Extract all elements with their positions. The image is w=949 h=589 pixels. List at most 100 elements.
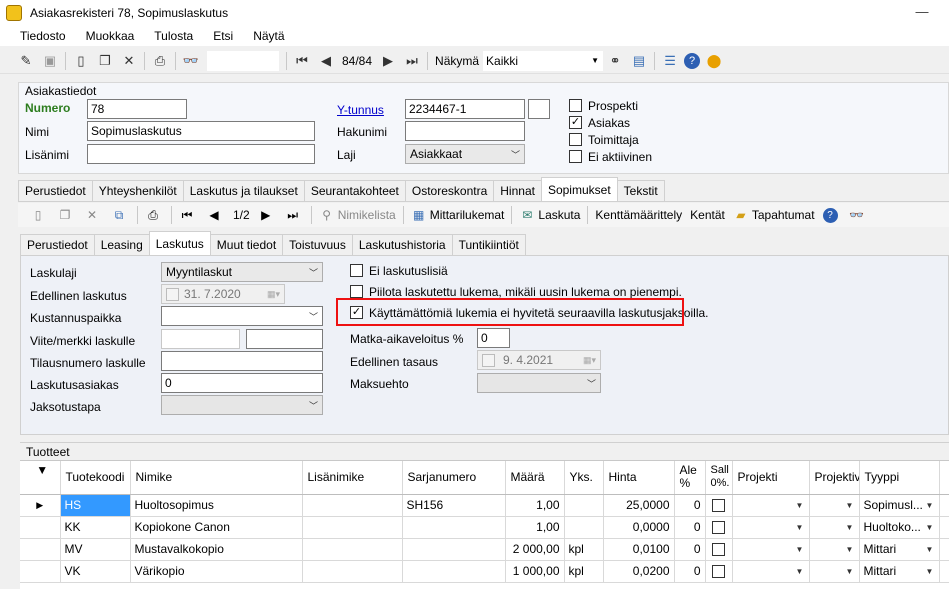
chevron-down-icon[interactable]: ▼: [923, 542, 937, 557]
sall-checkbox[interactable]: [712, 499, 725, 513]
cell-serial[interactable]: [402, 538, 506, 561]
col-lisanimike[interactable]: Lisänimike: [302, 461, 403, 495]
cell-serial[interactable]: [402, 560, 506, 583]
cell-name[interactable]: Mustavalkokopio: [130, 538, 303, 561]
menu-etsi[interactable]: Etsi: [203, 29, 243, 43]
table-row[interactable]: MV Mustavalkokopio 2 000,00 kpl 0,0100 0…: [20, 538, 949, 561]
subtab-leasing[interactable]: Leasing: [93, 234, 150, 255]
kustannuspaikka-select[interactable]: ﹀: [161, 306, 323, 326]
menu-tiedosto[interactable]: Tiedosto: [0, 29, 76, 43]
cell-type[interactable]: Huoltoko... ▼: [859, 516, 940, 539]
cell-code[interactable]: KK: [60, 516, 131, 539]
binoculars-icon[interactable]: 👓: [181, 51, 201, 71]
cell-projekti[interactable]: ▼: [732, 560, 810, 583]
chevron-down-icon[interactable]: ▼: [843, 520, 857, 535]
cell-type[interactable]: Mittari ▼: [859, 538, 940, 561]
mittarilukemat-button[interactable]: ▦ Mittarilukemat: [411, 207, 504, 223]
subtab-perustiedot[interactable]: Perustiedot: [20, 234, 95, 255]
row-selector-header[interactable]: ▼: [20, 461, 61, 495]
merkki-field[interactable]: [246, 329, 323, 349]
prev-record-icon[interactable]: ◀: [316, 51, 336, 71]
search-input[interactable]: [207, 50, 279, 71]
ytunnus-link[interactable]: Y-tunnus: [337, 103, 384, 117]
nimi-field[interactable]: Sopimuslaskutus: [87, 121, 315, 141]
cell-unit[interactable]: [564, 494, 604, 517]
cell-name[interactable]: Huoltosopimus: [130, 494, 303, 517]
chevron-down-icon[interactable]: ▼: [843, 542, 857, 557]
cell-projektiva[interactable]: ▼: [809, 560, 860, 583]
chevron-down-icon[interactable]: ▼: [793, 520, 807, 535]
kenttamaarittely-button[interactable]: Kenttämäärittely: [595, 208, 682, 222]
subtab-laskutushistoria[interactable]: Laskutushistoria: [351, 234, 453, 255]
laskuta-button[interactable]: ✉ Laskuta: [519, 207, 580, 223]
cell-price[interactable]: 25,0000: [603, 494, 675, 517]
tab-ostoreskontra[interactable]: Ostoreskontra: [404, 180, 495, 201]
cell-discount[interactable]: 0: [674, 516, 706, 539]
hakunimi-field[interactable]: [405, 121, 525, 141]
chevron-down-icon[interactable]: ▼: [793, 498, 807, 513]
col-ale[interactable]: Ale %: [674, 461, 706, 495]
laji-select[interactable]: Asiakkaat ﹀: [405, 144, 525, 164]
database-icon[interactable]: ▤: [629, 51, 649, 71]
col-sarjanumero[interactable]: Sarjanumero: [402, 461, 506, 495]
cell-projekti[interactable]: ▼: [732, 516, 810, 539]
matka-field[interactable]: 0: [477, 328, 510, 348]
cell-type[interactable]: Sopimusl... ▼: [859, 494, 940, 517]
table-row[interactable]: VK Värikopio 1 000,00 kpl 0,0200 0 ▼ ▼ M…: [20, 560, 949, 583]
table-row[interactable]: ▶ HS Huoltosopimus SH156 1,00 25,0000 0 …: [20, 494, 949, 517]
cell-unit[interactable]: kpl: [564, 538, 604, 561]
next-contract-button[interactable]: ▶: [258, 207, 277, 223]
tab-perustiedot[interactable]: Perustiedot: [18, 180, 93, 201]
table-row[interactable]: KK Kopiokone Canon 1,00 0,0000 0 ▼ ▼ Huo…: [20, 516, 949, 539]
cell-projekti[interactable]: ▼: [732, 494, 810, 517]
col-tuotekoodi[interactable]: Tuotekoodi: [60, 461, 131, 495]
subtab-toistuvuus[interactable]: Toistuvuus: [282, 234, 353, 255]
last-record-icon[interactable]: ⏭: [402, 51, 422, 71]
cell-projektiva[interactable]: ▼: [809, 494, 860, 517]
cell-discount[interactable]: 0: [674, 494, 706, 517]
col-hinta[interactable]: Hinta: [603, 461, 675, 495]
viite-field[interactable]: [161, 329, 240, 349]
tab-seurantakohteet[interactable]: Seurantakohteet: [303, 180, 406, 201]
col-yks[interactable]: Yks.: [564, 461, 604, 495]
cell-qty[interactable]: 2 000,00: [505, 538, 565, 561]
minimize-button[interactable]: —: [912, 3, 932, 21]
nimikelista-button[interactable]: ⚲ Nimikelista: [319, 207, 395, 223]
ytunnus-extra-field[interactable]: [528, 99, 550, 119]
cell-name[interactable]: Värikopio: [130, 560, 303, 583]
chevron-down-icon[interactable]: ▼: [923, 498, 937, 513]
copy-contract-button[interactable]: ❐: [57, 207, 76, 223]
cell-discount[interactable]: 0: [674, 560, 706, 583]
new-contract-button[interactable]: ▯: [30, 207, 49, 223]
prospekti-checkbox[interactable]: [569, 99, 582, 112]
col-tyyppi[interactable]: Tyyppi: [859, 461, 940, 495]
chevron-down-icon[interactable]: ▼: [793, 564, 807, 579]
contract-help-button[interactable]: ?: [822, 207, 841, 223]
chevron-down-icon[interactable]: ▼: [843, 498, 857, 513]
save-icon[interactable]: ▣: [40, 51, 60, 71]
copy-icon[interactable]: ❐: [95, 51, 115, 71]
next-record-icon[interactable]: ▶: [378, 51, 398, 71]
exit-icon[interactable]: ⬤: [704, 51, 724, 71]
sall-checkbox[interactable]: [712, 521, 725, 535]
tab-sopimukset[interactable]: Sopimukset: [540, 177, 618, 201]
subtab-muut-tiedot[interactable]: Muut tiedot: [209, 234, 284, 255]
col-projektiva[interactable]: Projektiva: [809, 461, 860, 495]
cell-serial[interactable]: SH156: [402, 494, 506, 517]
cell-price[interactable]: 0,0100: [603, 538, 675, 561]
tab-hinnat[interactable]: Hinnat: [493, 180, 542, 201]
ei-laskutuslisia-checkbox[interactable]: [350, 264, 363, 277]
subtab-tuntikiintiot[interactable]: Tuntikiintiöt: [451, 234, 526, 255]
prev-contract-button[interactable]: ◀: [206, 207, 225, 223]
cell-discount[interactable]: 0: [674, 538, 706, 561]
tab-tekstit[interactable]: Tekstit: [616, 180, 665, 201]
menu-muokkaa[interactable]: Muokkaa: [76, 29, 145, 43]
cell-projektiva[interactable]: ▼: [809, 538, 860, 561]
cell-extra[interactable]: [302, 560, 403, 583]
jaksotustapa-select[interactable]: ﹀: [161, 395, 323, 415]
cell-extra[interactable]: [302, 516, 403, 539]
first-record-icon[interactable]: ⏮: [292, 51, 312, 71]
link-icon[interactable]: ⚭: [605, 51, 625, 71]
laskulaji-select[interactable]: Myyntilaskut ﹀: [161, 262, 323, 282]
print-contract-button[interactable]: ⎙: [145, 207, 164, 223]
